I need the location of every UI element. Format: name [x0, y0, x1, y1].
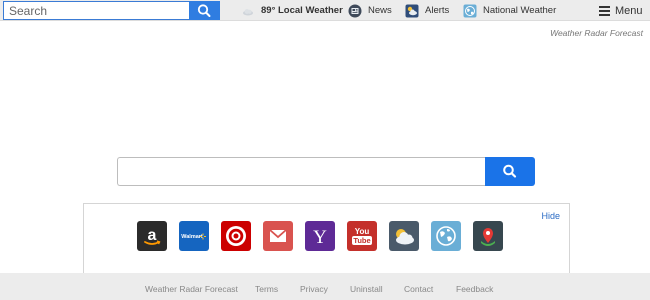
footer-link-contact[interactable]: Contact	[404, 284, 433, 294]
svg-text:Walmart: Walmart	[181, 234, 203, 240]
alerts-label: Alerts	[425, 5, 450, 16]
footer-link-terms[interactable]: Terms	[255, 284, 278, 294]
amazon-icon: a	[137, 221, 167, 251]
local-weather-label: 89° Local Weather	[261, 5, 343, 16]
shortcut-tiles-panel: Hide a Walmart Y You Tube	[83, 203, 570, 278]
tile-yahoo[interactable]: Y	[305, 221, 335, 251]
brand-tag: Weather Radar Forecast	[550, 28, 643, 38]
svg-text:a: a	[148, 227, 157, 244]
svg-text:Tube: Tube	[353, 236, 370, 245]
main-search-button[interactable]	[485, 157, 535, 186]
tile-youtube[interactable]: You Tube	[347, 221, 377, 251]
search-icon	[503, 164, 517, 178]
yahoo-icon: Y	[305, 221, 335, 251]
tile-maps[interactable]	[473, 221, 503, 251]
map-pin-icon	[473, 221, 503, 251]
target-icon	[221, 221, 251, 251]
search-icon	[197, 4, 211, 17]
main-search-input[interactable]	[117, 157, 487, 186]
alerts-link[interactable]: Alerts	[405, 2, 449, 19]
menu-button[interactable]: Menu	[599, 2, 643, 19]
footer: Weather Radar Forecast Terms Privacy Uni…	[0, 273, 650, 300]
top-search-input[interactable]	[3, 1, 189, 20]
top-search	[3, 1, 220, 20]
weather-cloud-icon	[389, 221, 419, 251]
footer-link-uninstall[interactable]: Uninstall	[350, 284, 383, 294]
main-search	[117, 157, 535, 186]
menu-label: Menu	[615, 4, 643, 17]
tile-globe[interactable]	[431, 221, 461, 251]
national-weather-link[interactable]: National Weather	[463, 2, 556, 19]
news-link[interactable]: News	[348, 2, 392, 19]
news-label: News	[368, 5, 392, 16]
alert-weather-icon	[405, 4, 419, 17]
local-weather-link[interactable]: 89° Local Weather	[241, 2, 343, 19]
hide-link[interactable]: Hide	[541, 211, 560, 221]
cloud-icon	[243, 8, 253, 15]
tile-amazon[interactable]: a	[137, 221, 167, 251]
tile-walmart[interactable]: Walmart	[179, 221, 209, 251]
footer-link-feedback[interactable]: Feedback	[456, 284, 493, 294]
svg-text:You: You	[355, 227, 370, 236]
walmart-icon: Walmart	[179, 221, 209, 251]
globe-icon	[431, 221, 461, 251]
footer-link-privacy[interactable]: Privacy	[300, 284, 328, 294]
tile-gmail[interactable]	[263, 221, 293, 251]
mail-icon	[263, 221, 293, 251]
globe-icon	[463, 4, 477, 17]
tile-target[interactable]	[221, 221, 251, 251]
svg-text:Y: Y	[313, 227, 327, 248]
tile-weather[interactable]	[389, 221, 419, 251]
hamburger-icon	[599, 4, 610, 18]
top-bar: 89° Local Weather News Alerts National W…	[0, 0, 650, 21]
youtube-icon: You Tube	[347, 221, 377, 251]
newspaper-icon	[348, 4, 362, 17]
footer-link-brand[interactable]: Weather Radar Forecast	[145, 284, 238, 294]
top-search-button[interactable]	[189, 1, 220, 20]
national-weather-label: National Weather	[483, 5, 557, 16]
